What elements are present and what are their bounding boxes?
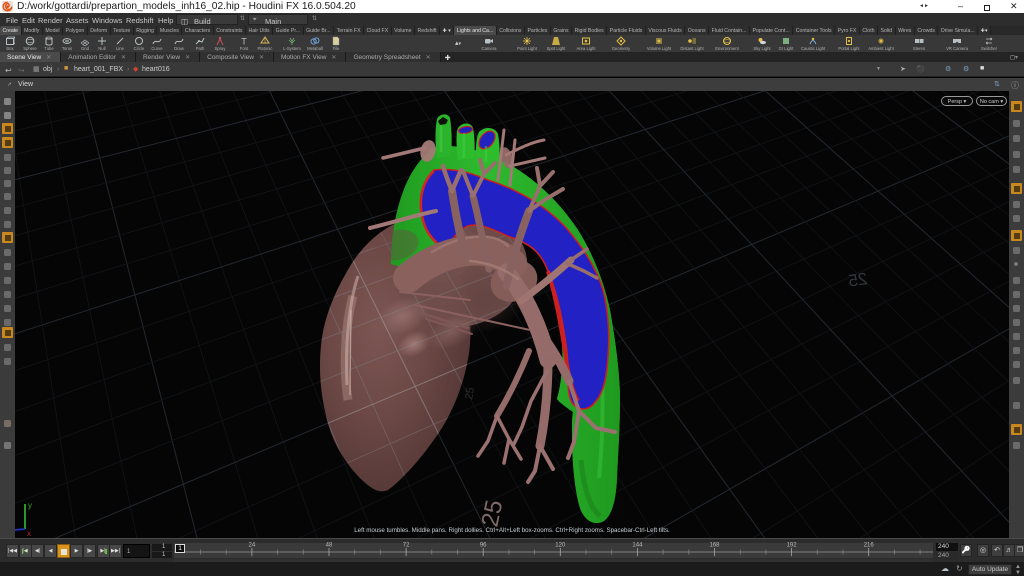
svg-text:120: 120 xyxy=(555,543,566,549)
svg-text:96: 96 xyxy=(480,543,487,549)
svg-text:48: 48 xyxy=(326,543,333,549)
svg-text:192: 192 xyxy=(787,543,798,549)
svg-text:144: 144 xyxy=(632,543,643,549)
svg-text:y: y xyxy=(28,501,32,510)
svg-text:25: 25 xyxy=(463,386,477,400)
svg-text:72: 72 xyxy=(403,543,410,549)
svg-text:24: 24 xyxy=(249,543,256,549)
svg-text:216: 216 xyxy=(864,543,875,549)
svg-text:25: 25 xyxy=(476,498,508,530)
svg-text:T: T xyxy=(241,37,247,47)
svg-text:168: 168 xyxy=(709,543,720,549)
svg-text:25: 25 xyxy=(847,269,868,290)
